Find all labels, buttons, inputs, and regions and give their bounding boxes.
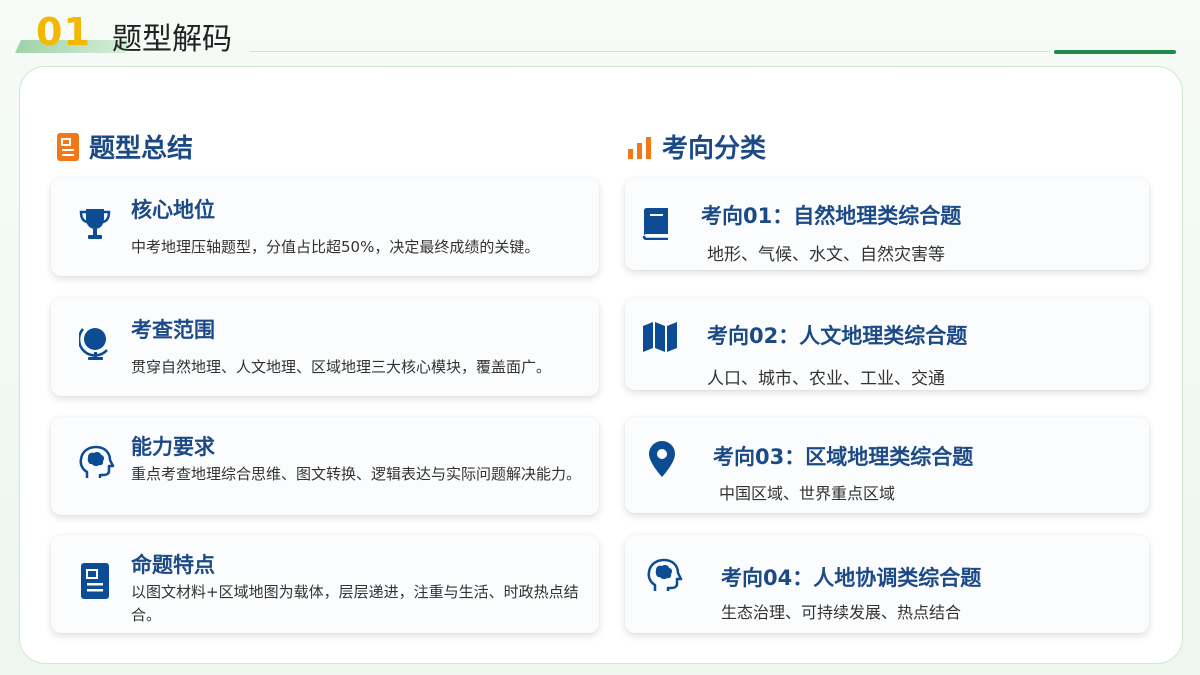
card-desc: 地形、气候、水文、自然灾害等	[707, 245, 945, 265]
header-divider	[250, 51, 1050, 52]
card-title: 考查范围	[131, 318, 215, 342]
card-title: 能力要求	[131, 435, 215, 459]
newspaper-icon	[81, 563, 109, 599]
location-pin-icon	[649, 441, 675, 477]
card-title: 核心地位	[131, 198, 215, 222]
left-section-title: 题型总结	[57, 128, 193, 165]
card-desc: 人口、城市、农业、工业、交通	[707, 369, 945, 389]
card-title: 考向02：人文地理类综合题	[707, 324, 968, 348]
card-title: 考向01：自然地理类综合题	[701, 204, 962, 228]
right-section-label: 考向分类	[662, 134, 767, 164]
card-desc: 以图文材料+区域地图为载体，层层递进，注重与生活、时政热点结合。	[131, 583, 579, 624]
direction-card-01: 考向01：自然地理类综合题 地形、气候、水文、自然灾害等	[625, 178, 1149, 270]
globe-icon	[79, 324, 113, 362]
document-icon	[57, 132, 79, 161]
card-title: 命题特点	[131, 553, 215, 577]
trophy-icon	[77, 206, 113, 242]
summary-card-ability: 能力要求 重点考查地理综合思维、图文转换、逻辑表达与实际问题解决能力。	[51, 417, 599, 515]
slide-header: 01 题型解码	[0, 0, 1200, 60]
card-desc: 中国区域、世界重点区域	[719, 484, 896, 503]
card-title: 考向04：人地协调类综合题	[721, 566, 982, 590]
map-icon	[643, 322, 677, 352]
bar-chart-icon	[628, 135, 652, 159]
direction-card-04: 考向04：人地协调类综合题 生态治理、可持续发展、热点结合	[625, 535, 1149, 633]
card-desc: 生态治理、可持续发展、热点结合	[721, 603, 962, 622]
card-title: 考向03：区域地理类综合题	[713, 445, 974, 469]
left-section-label: 题型总结	[89, 134, 194, 164]
right-section-title: 考向分类	[628, 128, 766, 165]
section-number: 01	[36, 10, 91, 54]
card-desc: 中考地理压轴题型，分值占比超50%，决定最终成绩的关键。	[131, 238, 540, 256]
summary-card-features: 命题特点 以图文材料+区域地图为载体，层层递进，注重与生活、时政热点结合。	[51, 535, 599, 633]
header-accent-line	[1054, 50, 1176, 54]
brain-head-icon	[77, 444, 115, 482]
card-desc: 贯穿自然地理、人文地理、区域地理三大核心模块，覆盖面广。	[131, 358, 552, 376]
card-desc: 重点考查地理综合思维、图文转换、逻辑表达与实际问题解决能力。	[131, 465, 582, 483]
direction-card-03: 考向03：区域地理类综合题 中国区域、世界重点区域	[625, 417, 1149, 513]
summary-card-core: 核心地位 中考地理压轴题型，分值占比超50%，决定最终成绩的关键。	[51, 178, 599, 276]
direction-card-02: 考向02：人文地理类综合题 人口、城市、农业、工业、交通	[625, 298, 1149, 390]
summary-card-scope: 考查范围 贯穿自然地理、人文地理、区域地理三大核心模块，覆盖面广。	[51, 298, 599, 396]
book-icon	[641, 208, 669, 240]
page-title: 题型解码	[112, 22, 232, 57]
brain-head-icon	[645, 557, 683, 595]
